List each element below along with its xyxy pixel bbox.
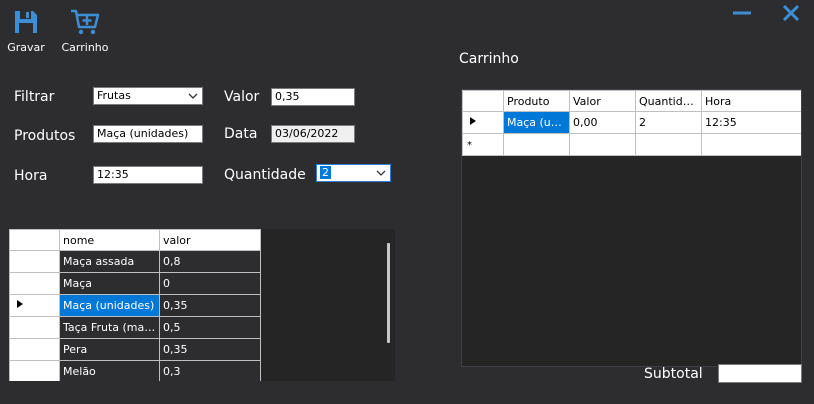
close-button[interactable] — [781, 3, 801, 23]
cell-produto-empty[interactable] — [503, 133, 570, 156]
cart-header-row: Produto Valor Quantidade Hora — [462, 90, 801, 112]
products-header-row: nome valor — [9, 229, 261, 251]
row-header[interactable] — [9, 338, 60, 361]
cart-label: Carrinho — [61, 41, 109, 54]
cell-quantidade-empty[interactable] — [635, 133, 702, 156]
cell-valor[interactable]: 0,35 — [159, 338, 261, 361]
corner-header — [462, 90, 504, 112]
cell-nome[interactable]: Maça — [59, 272, 160, 295]
cell-produto[interactable]: Maça (uni... — [503, 111, 570, 134]
cart-grid[interactable]: Produto Valor Quantidade Hora Maça (uni.… — [461, 89, 802, 367]
row-header[interactable] — [9, 250, 60, 273]
scrollbar-thumb[interactable] — [387, 243, 390, 343]
chevron-down-icon — [188, 93, 198, 99]
cell-valor[interactable]: 0,00 — [569, 111, 636, 134]
cell-nome[interactable]: Pera — [59, 338, 160, 361]
chevron-down-icon — [376, 170, 386, 176]
vertical-scrollbar[interactable] — [384, 229, 395, 381]
column-header-valor[interactable]: valor — [159, 229, 261, 251]
hora-value: 12:35 — [97, 168, 129, 181]
table-row[interactable]: Maça 0 — [9, 272, 261, 295]
data-label: Data — [224, 126, 258, 142]
row-header[interactable] — [9, 272, 60, 295]
cell-hora-empty[interactable] — [701, 133, 801, 156]
corner-header — [9, 229, 60, 251]
table-row[interactable]: Taça Fruta (maç... 0,5 — [9, 316, 261, 339]
filtrar-select[interactable]: Frutas — [93, 87, 203, 105]
quantidade-label: Quantidade — [224, 167, 306, 183]
cell-valor[interactable]: 0,8 — [159, 250, 261, 273]
table-row[interactable]: Melão 0,3 — [9, 360, 261, 381]
produtos-label: Produtos — [14, 128, 76, 144]
filtrar-label: Filtrar — [14, 89, 55, 105]
cell-nome[interactable]: Melão — [59, 360, 160, 381]
close-icon — [782, 4, 800, 22]
column-header-hora[interactable]: Hora — [701, 90, 801, 112]
quantidade-select[interactable]: 2 — [316, 164, 391, 182]
row-header[interactable] — [9, 360, 60, 381]
cell-valor-empty[interactable] — [569, 133, 636, 156]
quantidade-selected-value: 2 — [320, 166, 331, 179]
subtotal-label: Subtotal — [644, 366, 703, 382]
minimize-button[interactable] — [731, 4, 753, 22]
products-grid[interactable]: nome valor Maça assada 0,8 Maça 0 Maça (… — [9, 229, 395, 381]
minus-icon — [733, 11, 751, 15]
cell-nome[interactable]: Maça (unidades) — [59, 294, 160, 317]
produtos-value: Maça (unidades) — [97, 127, 189, 140]
cell-hora[interactable]: 12:35 — [701, 111, 801, 134]
row-header-current[interactable] — [9, 294, 60, 317]
new-row-header[interactable]: * — [462, 133, 504, 156]
cart-title: Carrinho — [459, 51, 519, 67]
row-header-current[interactable] — [462, 111, 504, 134]
add-to-cart-icon — [71, 9, 100, 35]
hora-label: Hora — [14, 168, 48, 184]
floppy-disk-icon — [15, 11, 37, 33]
subtotal-input[interactable] — [718, 364, 802, 383]
table-row[interactable]: Maça assada 0,8 — [9, 250, 261, 273]
cell-valor[interactable]: 0,35 — [159, 294, 261, 317]
column-header-produto[interactable]: Produto — [503, 90, 570, 112]
valor-label: Valor — [224, 89, 260, 105]
table-row-selected[interactable]: Maça (unidades) 0,35 — [9, 294, 261, 317]
cell-quantidade[interactable]: 2 — [635, 111, 702, 134]
current-row-arrow-icon — [470, 117, 476, 125]
cart-new-row[interactable]: * — [462, 133, 801, 156]
cell-nome[interactable]: Taça Fruta (maç... — [59, 316, 160, 339]
data-value: 03/06/2022 — [275, 127, 339, 140]
save-label: Gravar — [7, 41, 45, 54]
data-input[interactable]: 03/06/2022 — [271, 125, 355, 143]
valor-input[interactable]: 0,35 — [271, 88, 355, 106]
cell-valor[interactable]: 0,5 — [159, 316, 261, 339]
table-row[interactable]: Pera 0,35 — [9, 338, 261, 361]
row-header[interactable] — [9, 316, 60, 339]
new-row-marker: * — [467, 140, 472, 151]
cart-button[interactable]: Carrinho — [58, 8, 112, 54]
filtrar-selected-value: Frutas — [97, 89, 131, 102]
current-row-arrow-icon — [17, 300, 23, 308]
column-header-quantidade[interactable]: Quantidade — [635, 90, 702, 112]
cell-nome[interactable]: Maça assada — [59, 250, 160, 273]
cell-valor[interactable]: 0,3 — [159, 360, 261, 381]
valor-value: 0,35 — [275, 90, 300, 103]
save-button[interactable]: Gravar — [6, 8, 46, 54]
hora-input[interactable]: 12:35 — [93, 166, 203, 184]
produtos-input[interactable]: Maça (unidades) — [93, 125, 203, 143]
column-header-valor[interactable]: Valor — [569, 90, 636, 112]
products-table: nome valor Maça assada 0,8 Maça 0 Maça (… — [9, 229, 261, 381]
cart-table: Produto Valor Quantidade Hora Maça (uni.… — [462, 90, 801, 156]
cell-valor[interactable]: 0 — [159, 272, 261, 295]
cart-row[interactable]: Maça (uni... 0,00 2 12:35 — [462, 111, 801, 134]
column-header-nome[interactable]: nome — [59, 229, 160, 251]
